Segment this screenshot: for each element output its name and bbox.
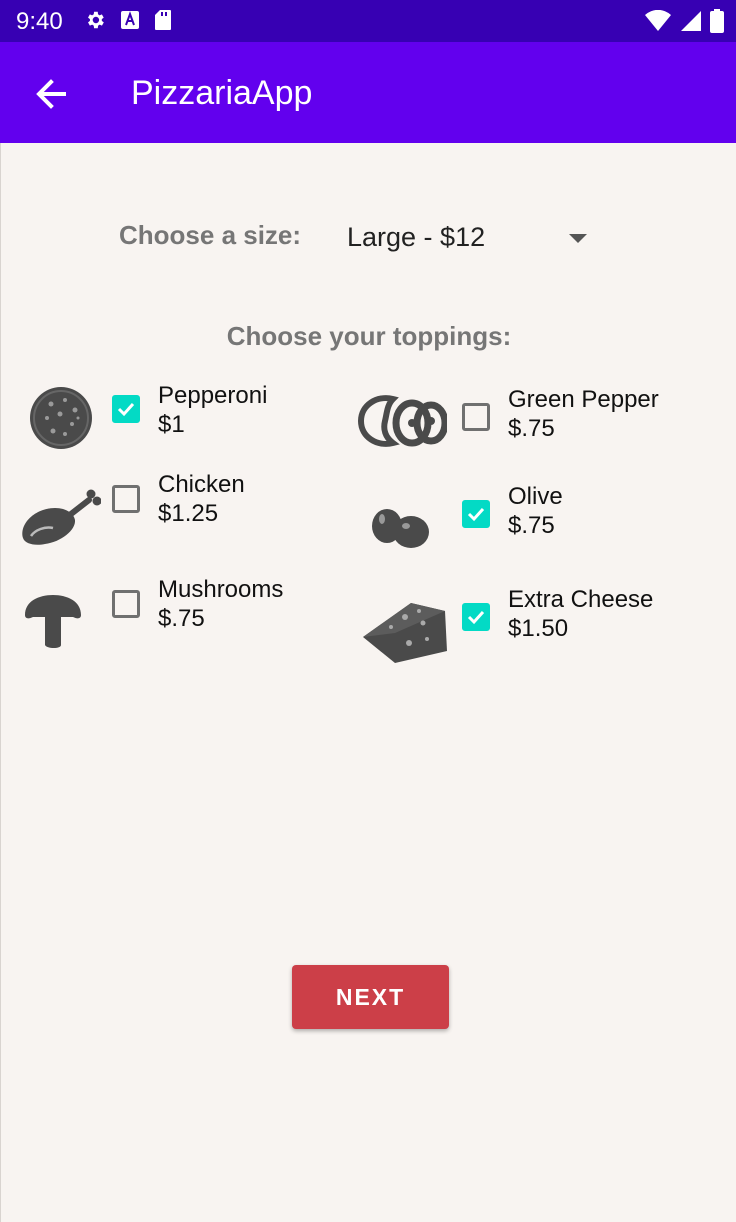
topping-name: Pepperoni	[158, 382, 268, 409]
status-time: 9:40	[16, 8, 63, 35]
topping-pepperoni: Pepperoni $1	[19, 379, 379, 469]
checkbox-chicken[interactable]	[112, 485, 140, 513]
cellular-signal-icon	[681, 11, 701, 31]
settings-gear-icon	[88, 11, 104, 29]
checkbox-mushrooms[interactable]	[112, 590, 140, 618]
topping-olive: Olive $.75	[357, 480, 717, 570]
checkbox-pepperoni[interactable]	[112, 395, 140, 423]
size-spinner[interactable]: Large - $12	[331, 213, 601, 263]
checkbox-olive[interactable]	[462, 500, 490, 528]
app-bar: PizzariaApp	[0, 42, 736, 143]
topping-price: $1.25	[158, 500, 219, 527]
content-area: Choose a size: Large - $12 Choose your t…	[0, 143, 736, 1222]
topping-chicken: Chicken $1.25	[19, 468, 379, 558]
olive-icon	[372, 509, 429, 548]
pepperoni-icon	[30, 387, 92, 449]
battery-icon	[710, 9, 724, 33]
checkbox-green-pepper[interactable]	[462, 403, 490, 431]
mushroom-icon	[25, 595, 81, 648]
topping-extra-cheese: Extra Cheese $1.50	[357, 583, 717, 673]
dropdown-arrow-icon	[569, 234, 587, 243]
wifi-icon	[645, 10, 671, 31]
topping-name: Green Pepper	[508, 386, 659, 413]
size-label: Choose a size:	[119, 220, 302, 250]
topping-name: Chicken	[158, 471, 245, 498]
size-selected-value: Large - $12	[347, 222, 486, 252]
topping-green-pepper: Green Pepper $.75	[357, 383, 717, 473]
status-icons-right	[644, 9, 724, 33]
toppings-label: Choose your toppings:	[226, 321, 512, 351]
back-button[interactable]	[30, 72, 74, 116]
chicken-leg-icon	[22, 489, 101, 545]
topping-price: $1.50	[508, 615, 569, 642]
next-button[interactable]: NEXT	[292, 965, 449, 1029]
checkbox-extra-cheese[interactable]	[462, 603, 490, 631]
accessibility-a-icon	[121, 11, 139, 29]
topping-price: $.75	[508, 512, 555, 539]
topping-price: $.75	[158, 605, 205, 632]
checkmark-icon	[467, 507, 485, 522]
app-title: PizzariaApp	[131, 74, 313, 112]
cheese-icon	[363, 603, 447, 663]
topping-mushrooms: Mushrooms $.75	[19, 573, 379, 663]
checkmark-icon	[467, 610, 485, 625]
topping-price: $.75	[508, 415, 555, 442]
status-bar: 9:40	[0, 0, 736, 42]
green-pepper-icon	[357, 395, 447, 447]
topping-name: Olive	[508, 483, 563, 510]
checkmark-icon	[117, 402, 135, 417]
sd-card-icon	[155, 10, 171, 30]
arrow-back-icon	[36, 79, 66, 109]
status-icons-left	[84, 9, 172, 31]
topping-name: Mushrooms	[158, 576, 284, 603]
topping-name: Extra Cheese	[508, 586, 654, 613]
topping-price: $1	[158, 411, 185, 438]
